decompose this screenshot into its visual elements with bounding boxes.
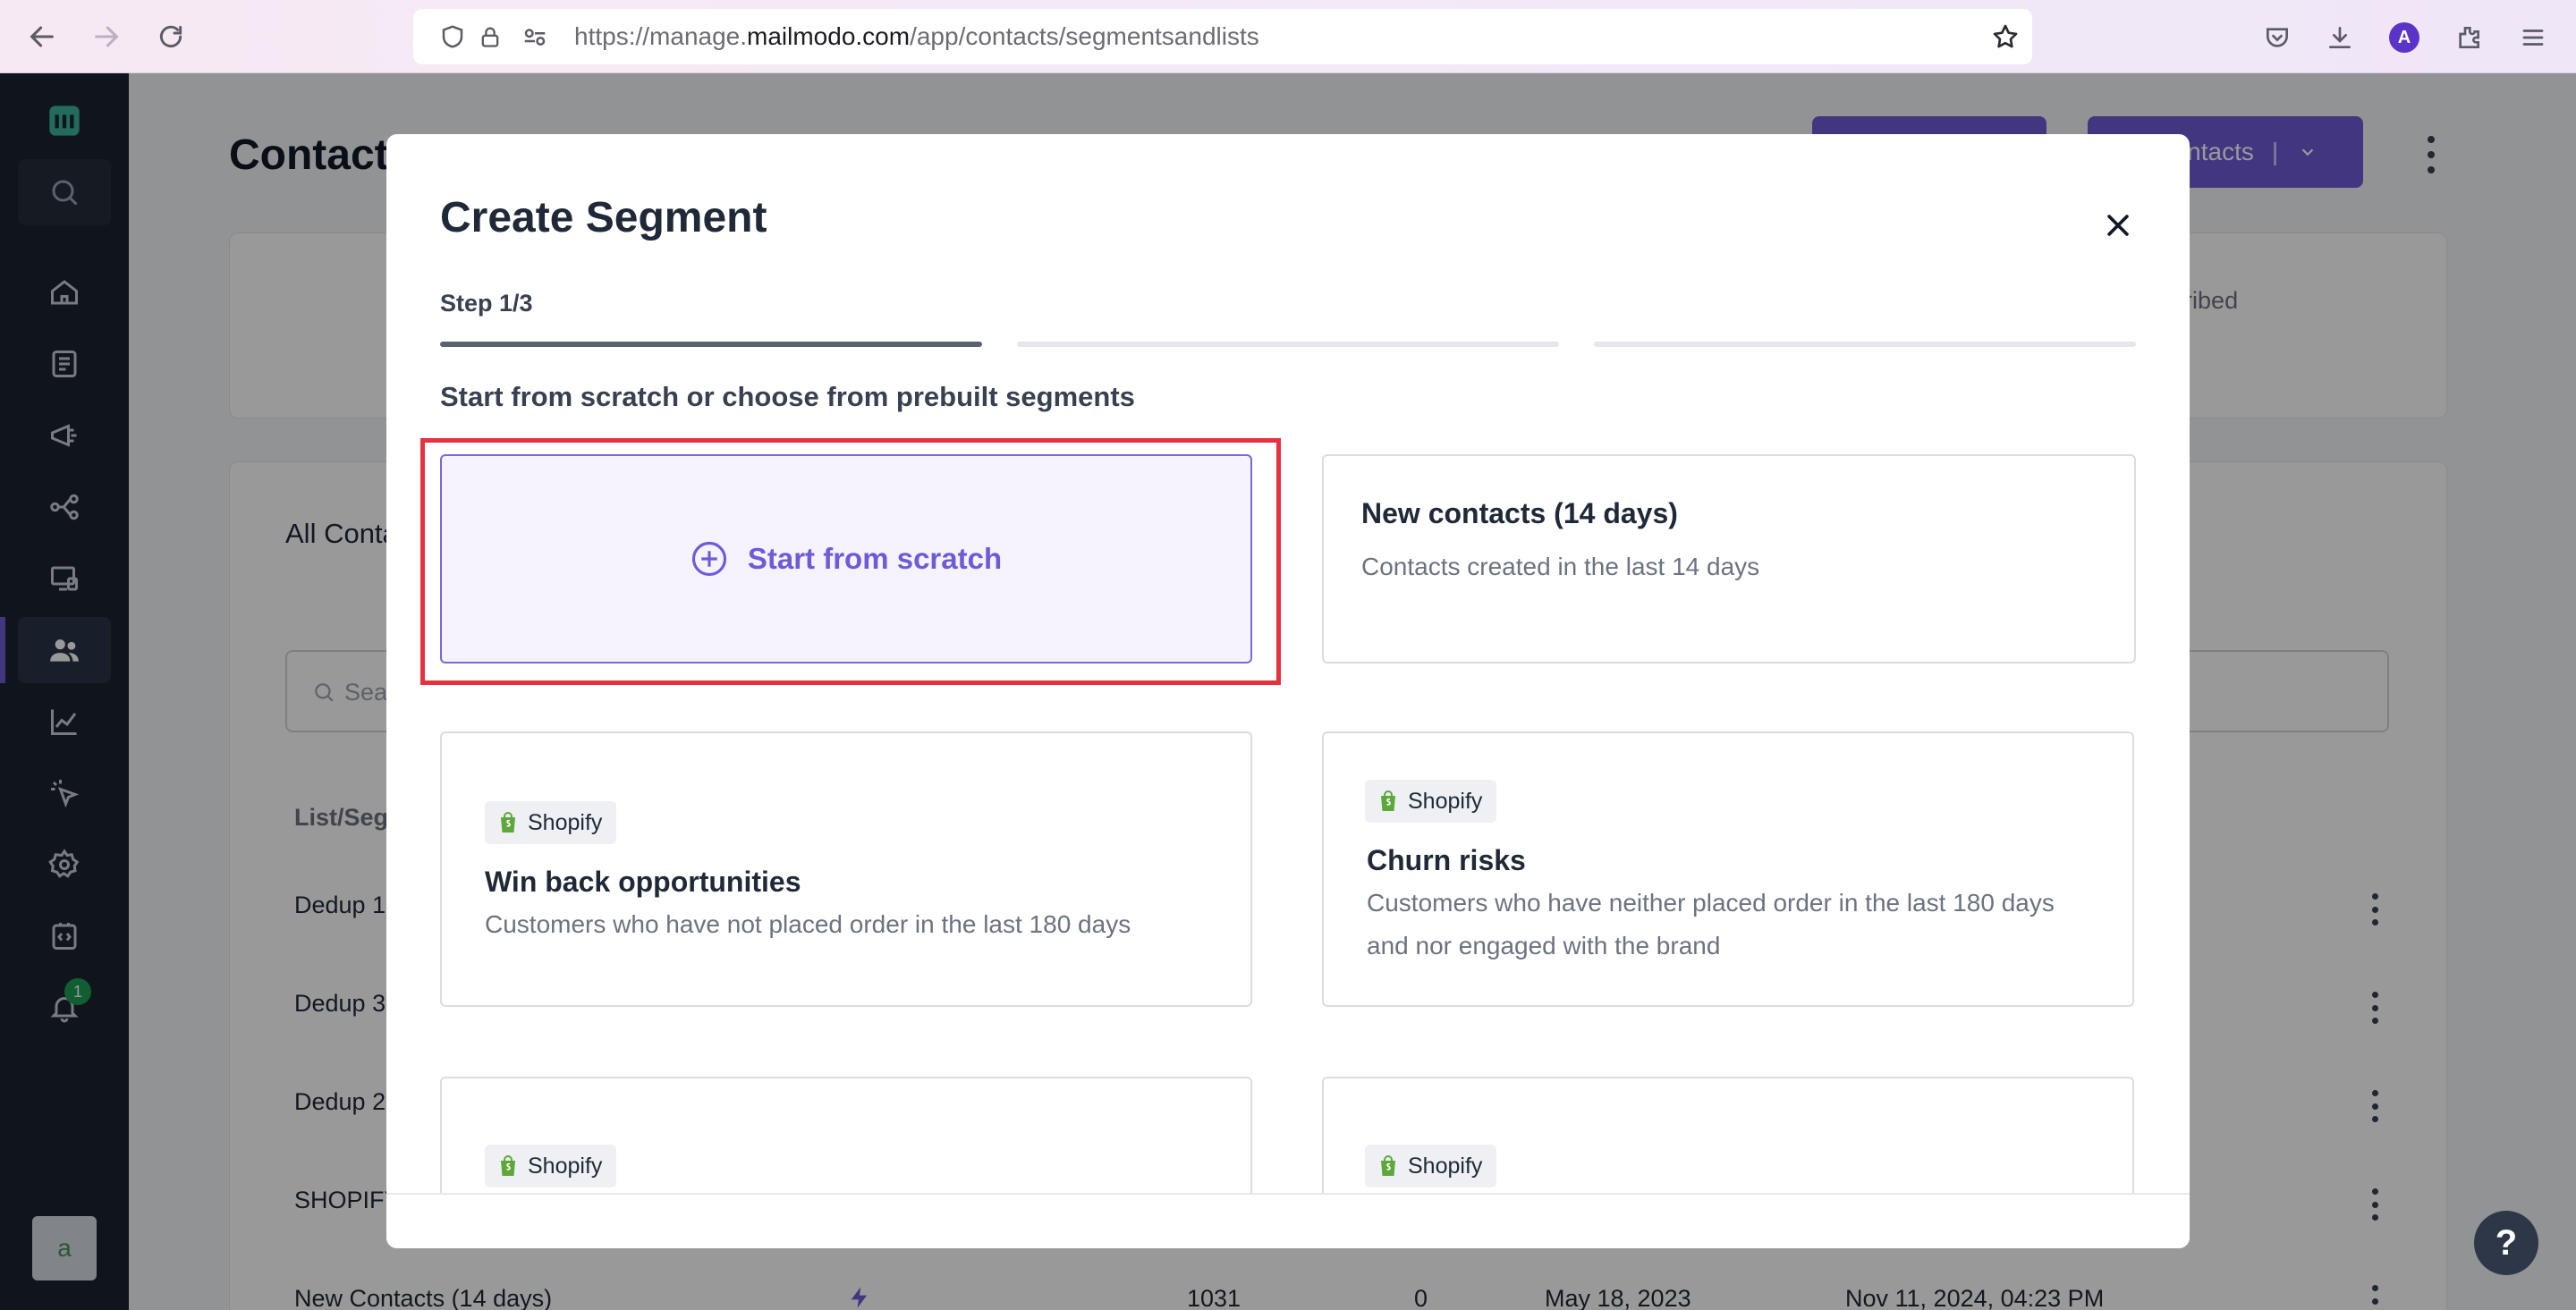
extensions-puzzle-icon[interactable]	[2451, 20, 2487, 55]
highlight-box	[420, 438, 1281, 685]
shopify-badge: Shopify	[1365, 1145, 1497, 1187]
profile-avatar[interactable]: A	[2386, 20, 2422, 55]
shopify-badge-label: Shopify	[1408, 788, 1483, 814]
close-icon[interactable]	[2089, 197, 2147, 254]
forward-arrow-icon[interactable]	[84, 14, 129, 59]
shopify-bag-icon	[1381, 1155, 1395, 1176]
permissions-icon[interactable]	[521, 22, 549, 51]
lock-icon[interactable]	[476, 22, 504, 51]
modal-footer	[386, 1195, 2190, 1248]
segment-card-win-back[interactable]: Shopify Win back opportunities Customers…	[440, 731, 1252, 1007]
shopify-badge: Shopify	[485, 1145, 617, 1187]
shopify-bag-icon	[1381, 790, 1395, 811]
step-indicator: Step 1/3	[440, 290, 533, 317]
shield-icon[interactable]	[438, 22, 467, 51]
back-arrow-icon[interactable]	[20, 14, 64, 59]
segment-card-description: Customers who have neither placed order …	[1367, 889, 2055, 959]
shopify-badge-label: Shopify	[1408, 1153, 1483, 1179]
browser-toolbar: https://manage.mailmodo.com/app/contacts…	[0, 0, 2576, 73]
modal-footer-divider	[386, 1193, 2190, 1195]
step-progress-2	[1017, 342, 1559, 347]
shopify-badge-label: Shopify	[528, 1153, 603, 1179]
shopify-badge: Shopify	[1365, 780, 1497, 823]
step-progress-1	[440, 342, 982, 347]
address-bar[interactable]: https://manage.mailmodo.com/app/contacts…	[413, 9, 2032, 64]
menu-hamburger-icon[interactable]	[2515, 20, 2551, 55]
shopify-badge: Shopify	[485, 801, 617, 844]
modal-title: Create Segment	[440, 194, 767, 241]
bookmark-star-icon[interactable]	[1989, 21, 2021, 53]
step-progress-3	[1594, 342, 2136, 347]
segment-card-churn-risks[interactable]: Shopify Churn risks Customers who have n…	[1322, 731, 2134, 1007]
shopify-bag-icon	[501, 812, 515, 832]
download-icon[interactable]	[2322, 20, 2358, 55]
profile-initial: A	[2389, 22, 2419, 53]
segment-card-description: Customers who have not placed order in t…	[485, 910, 1131, 938]
help-button[interactable]: ?	[2474, 1211, 2538, 1275]
create-segment-modal: Create Segment Step 1/3 Start from scrat…	[386, 134, 2190, 1248]
segment-card-new-contacts[interactable]: New contacts (14 days) Contacts created …	[1322, 454, 2136, 663]
shopify-bag-icon	[501, 1155, 515, 1176]
segment-card-description: Contacts created in the last 14 days	[1361, 553, 1760, 580]
url-text[interactable]: https://manage.mailmodo.com/app/contacts…	[574, 9, 1259, 64]
segment-card-title: New contacts (14 days)	[1361, 497, 1678, 529]
shopify-badge-label: Shopify	[528, 809, 603, 835]
pocket-icon[interactable]	[2259, 20, 2295, 55]
segment-card-title: Churn risks	[1367, 844, 1526, 876]
modal-subtitle: Start from scratch or choose from prebui…	[440, 381, 1135, 412]
segment-card-title: Win back opportunities	[485, 866, 801, 898]
reload-icon[interactable]	[148, 14, 193, 59]
